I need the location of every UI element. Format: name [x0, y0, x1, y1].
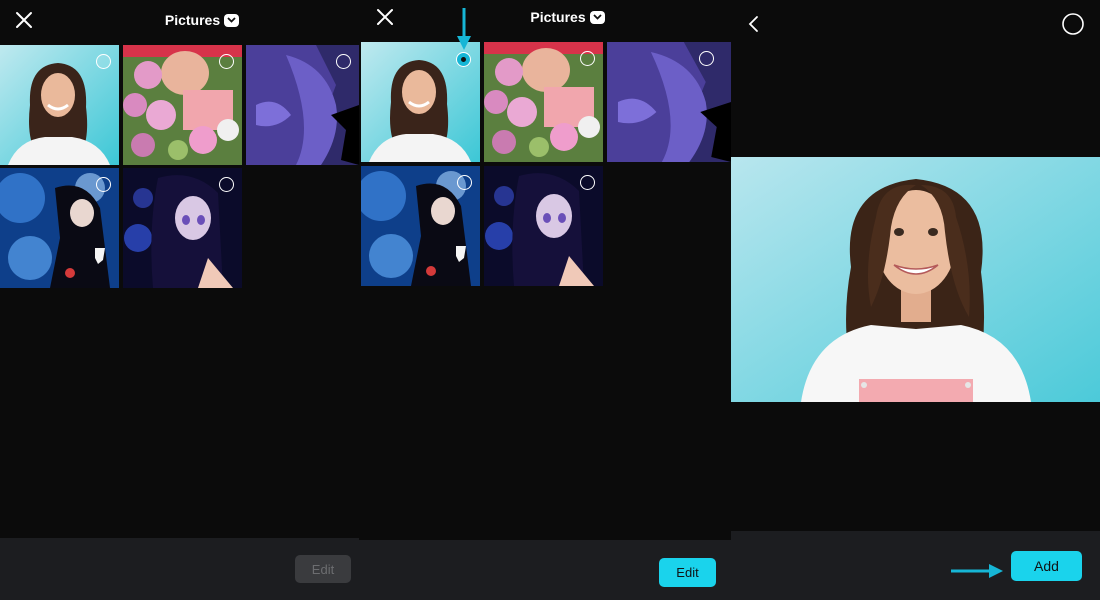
circle-outline-icon[interactable]	[1061, 12, 1085, 36]
select-circle-icon[interactable]	[336, 54, 351, 69]
photo-thumb-flowers-girl[interactable]	[484, 42, 603, 162]
bottom-bar: Add	[731, 531, 1100, 600]
close-icon[interactable]	[374, 6, 396, 28]
select-circle-icon[interactable]	[96, 177, 111, 192]
photo-thumb-blue-anime-boy[interactable]	[361, 166, 480, 286]
photo-preview	[731, 157, 1100, 402]
edit-button[interactable]: Edit	[295, 555, 351, 583]
photo-thumb-woman[interactable]	[0, 45, 119, 165]
screenshot-stage: Pictures Edit Pictures Edit Add	[0, 0, 1100, 600]
gallery-panel-unselected: Pictures Edit	[0, 0, 359, 600]
gallery-panel-selected: Pictures Edit	[359, 0, 731, 600]
chevron-down-icon	[224, 13, 240, 27]
photo-thumb-blue-anime-boy[interactable]	[0, 168, 119, 288]
close-icon[interactable]	[13, 9, 35, 31]
tutorial-arrow-down-icon	[457, 8, 471, 50]
album-title-dropdown[interactable]: Pictures	[45, 12, 359, 28]
header: Pictures	[0, 0, 359, 40]
photo-thumb-purple-anime[interactable]	[246, 45, 359, 165]
select-circle-icon[interactable]	[699, 51, 714, 66]
album-title-dropdown[interactable]: Pictures	[404, 9, 731, 25]
add-button[interactable]: Add	[1011, 551, 1082, 581]
photo-thumb-dark-anime-girl[interactable]	[484, 166, 603, 286]
header: Pictures	[359, 0, 731, 40]
photo-thumb-woman[interactable]	[361, 42, 480, 162]
selected-circle-icon[interactable]	[456, 52, 471, 67]
album-title: Pictures	[530, 9, 586, 25]
album-title: Pictures	[164, 12, 221, 28]
tutorial-arrow-right-icon	[951, 564, 1003, 578]
photo-thumb-purple-anime[interactable]	[607, 42, 731, 162]
select-circle-icon[interactable]	[219, 54, 234, 69]
photo-preview-panel: Add	[731, 0, 1100, 600]
bottom-bar: Edit	[0, 538, 359, 600]
select-circle-icon[interactable]	[457, 175, 472, 190]
edit-button[interactable]: Edit	[659, 558, 716, 587]
chevron-left-icon[interactable]	[746, 14, 762, 34]
chevron-down-icon	[589, 10, 605, 24]
bottom-bar: Edit	[359, 540, 731, 600]
select-circle-icon[interactable]	[580, 175, 595, 190]
select-circle-icon[interactable]	[580, 51, 595, 66]
photo-thumb-flowers-girl[interactable]	[123, 45, 242, 165]
select-circle-icon[interactable]	[219, 177, 234, 192]
select-circle-icon[interactable]	[96, 54, 111, 69]
photo-thumb-dark-anime-girl[interactable]	[123, 168, 242, 288]
